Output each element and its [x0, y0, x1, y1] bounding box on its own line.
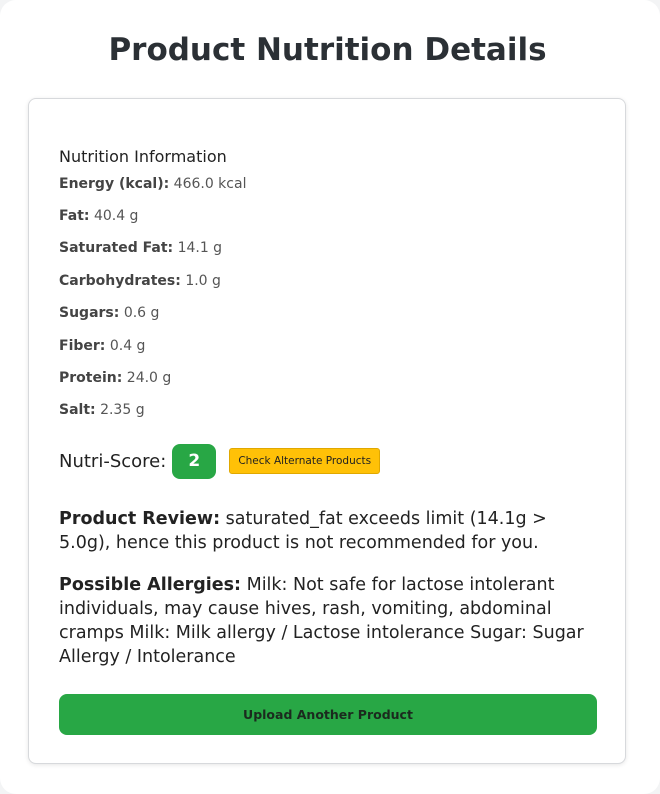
allergies-label: Possible Allergies:	[59, 575, 242, 595]
nutrient-value: 466.0 kcal	[173, 176, 247, 192]
nutri-score-row: Nutri-Score: 2 Check Alternate Products	[59, 443, 381, 479]
nutrient-value: 24.0 g	[126, 370, 172, 386]
nutrient-fat: Fat: 40.4 g	[59, 208, 138, 224]
nutrient-energy: Energy (kcal): 466.0 kcal	[59, 176, 246, 192]
product-review-label: Product Review:	[59, 509, 221, 529]
nutrient-label: Protein:	[59, 370, 123, 386]
nutrition-heading: Nutrition Information	[59, 147, 227, 166]
nutrient-value: 0.4 g	[109, 338, 146, 354]
nutrient-label: Carbohydrates:	[59, 273, 181, 289]
nutrient-sugars: Sugars: 0.6 g	[59, 305, 159, 321]
nutrient-carbohydrates: Carbohydrates: 1.0 g	[59, 273, 221, 289]
nutrient-value: 1.0 g	[185, 273, 221, 289]
nutri-score-badge: 2	[172, 443, 217, 479]
nutrient-label: Fat:	[59, 208, 90, 224]
check-alternate-products-button[interactable]: Check Alternate Products	[229, 448, 381, 474]
nutrient-value: 14.1 g	[177, 240, 223, 256]
page-title: Product Nutrition Details	[108, 32, 547, 68]
page: Product Nutrition Details Nutrition Info…	[0, 0, 660, 794]
nutri-score-label: Nutri-Score:	[59, 450, 167, 472]
nutrient-label: Salt:	[59, 402, 96, 418]
possible-allergies: Possible Allergies: Milk: Not safe for l…	[59, 573, 599, 669]
nutrient-salt: Salt: 2.35 g	[59, 402, 145, 418]
upload-another-product-button[interactable]: Upload Another Product	[59, 694, 597, 735]
nutrient-value: 2.35 g	[100, 402, 145, 418]
nutrient-value: 40.4 g	[93, 208, 139, 224]
nutrient-fiber: Fiber: 0.4 g	[59, 338, 145, 354]
nutrient-protein: Protein: 24.0 g	[59, 370, 171, 386]
product-review: Product Review: saturated_fat exceeds li…	[59, 507, 599, 555]
nutrition-card: Nutrition Information Energy (kcal): 466…	[28, 98, 626, 764]
nutrient-label: Energy (kcal):	[59, 176, 170, 192]
nutrient-value: 0.6 g	[123, 305, 160, 321]
nutrient-label: Saturated Fat:	[59, 240, 174, 256]
nutrient-label: Fiber:	[59, 338, 106, 354]
nutrient-label: Sugars:	[59, 305, 120, 321]
nutrient-saturated-fat: Saturated Fat: 14.1 g	[59, 240, 222, 256]
